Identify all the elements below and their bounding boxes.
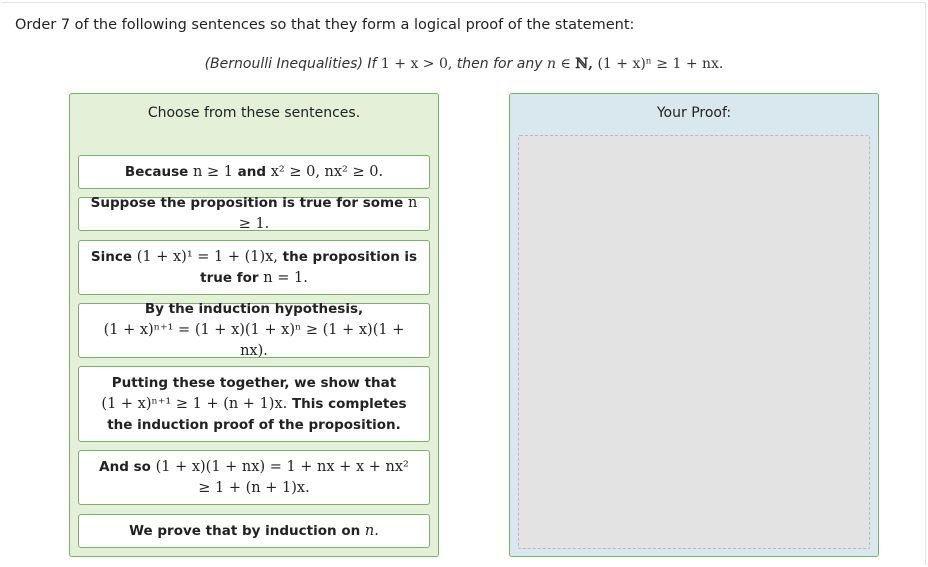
sentence-bank-title: Choose from these sentences.	[147, 105, 361, 121]
sentence-bank-panel: Choose from these sentences. Because n ≥…	[69, 93, 439, 557]
sentence-1-math-a: n ≥ 1	[193, 163, 233, 180]
theorem-naturals: ℕ,	[575, 56, 593, 72]
sentence-6-math-b: ≥ 1 + (n + 1)x.	[198, 479, 310, 496]
sentence-2-text-a: Suppose the proposition is true for some	[90, 195, 404, 211]
sentence-1-text-b: and	[237, 163, 267, 180]
sentence-3-text-a: Since	[90, 248, 133, 265]
sentence-4-math-a: (1 + x)ⁿ⁺¹ = (1 + x)(1 + x)ⁿ ≥ (1 + x)(1…	[103, 322, 405, 359]
theorem-condition: 1 + x > 0,	[380, 56, 453, 72]
sentence-6-text-a: And so	[99, 458, 151, 475]
theorem-then: then for any	[456, 56, 543, 72]
sentence-7-math-a: n.	[364, 522, 379, 539]
theorem-statement: (Bernoulli Inequalities) If 1 + x > 0, t…	[0, 56, 928, 72]
sentence-card-5[interactable]: Putting these together, we show that (1 …	[78, 366, 430, 442]
sentence-7-text-a: We prove that by induction on	[129, 522, 361, 539]
theorem-label: (Bernoulli Inequalities)	[204, 56, 363, 72]
theorem-in: ∈	[560, 56, 571, 72]
proof-panel-title: Your Proof:	[656, 105, 732, 121]
sentence-card-1[interactable]: Because n ≥ 1 and x² ≥ 0, nx² ≥ 0.	[78, 155, 430, 189]
sentence-card-3[interactable]: Since (1 + x)¹ = 1 + (1)x, the propositi…	[78, 240, 430, 295]
sentence-card-6[interactable]: And so (1 + x)(1 + nx) = 1 + nx + x + nx…	[78, 450, 430, 505]
sentence-card-7[interactable]: We prove that by induction on n.	[78, 514, 430, 548]
theorem-if: If	[367, 56, 377, 72]
instruction-text: Order 7 of the following sentences so th…	[15, 17, 635, 33]
sentence-1-text-a: Because	[124, 163, 189, 180]
sentence-6-math-a: (1 + x)(1 + nx) = 1 + nx + x + nx²	[155, 458, 409, 475]
proof-dropzone[interactable]	[518, 135, 870, 549]
sentence-3-math-a: (1 + x)¹ = 1 + (1)x,	[136, 248, 278, 265]
sentence-card-4[interactable]: By the induction hypothesis, (1 + x)ⁿ⁺¹ …	[78, 301, 430, 359]
sentence-card-2[interactable]: Suppose the proposition is true for some…	[78, 195, 430, 232]
sentence-4-text-a: By the induction hypothesis,	[144, 301, 364, 317]
proof-panel: Your Proof:	[509, 93, 879, 557]
theorem-n: n	[547, 56, 557, 72]
sentence-5-text-a: Putting these together, we show that	[111, 374, 397, 391]
sentence-3-math-b: n = 1.	[263, 269, 308, 286]
sentence-1-math-b: x² ≥ 0, nx² ≥ 0.	[270, 163, 384, 180]
sentence-5-math-a: (1 + x)ⁿ⁺¹ ≥ 1 + (n + 1)x.	[101, 395, 288, 412]
theorem-inequality: (1 + x)ⁿ ≥ 1 + nx.	[597, 56, 724, 72]
